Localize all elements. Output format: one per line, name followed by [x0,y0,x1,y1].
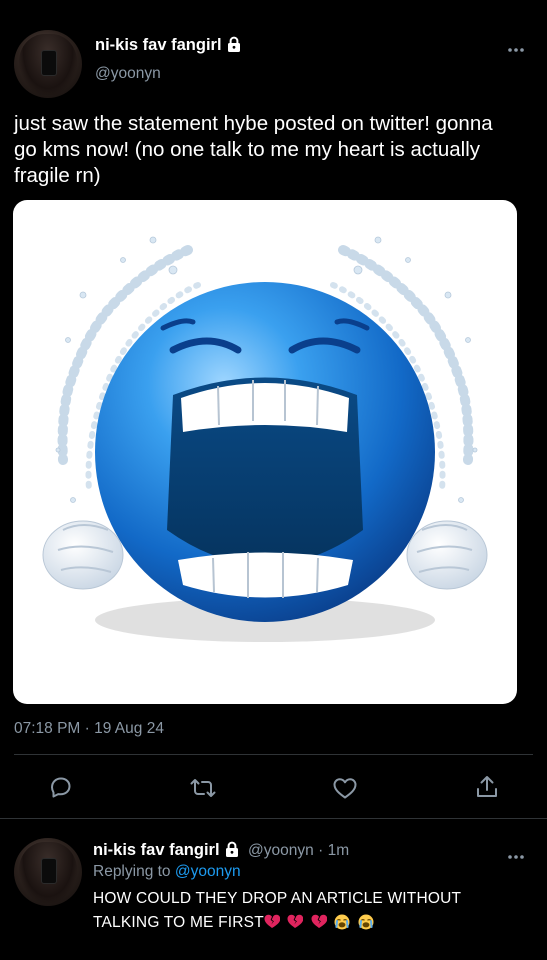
crying-emoji-illustration [42,236,488,642]
broken-heart-icon [311,913,328,937]
broken-heart-icon [287,913,304,937]
more-dots-icon [508,48,524,52]
tweet-text-line: fragile rn) [14,164,101,187]
reply-icon [51,777,71,798]
tweet-media-image[interactable] [13,200,517,704]
divider [14,754,533,755]
crying-face-icon [358,914,374,938]
tweet-text-line: just saw the statement hybe posted on tw… [14,112,493,135]
reply-more-options-button[interactable] [507,847,525,865]
replying-to-link[interactable]: @yoonyn [175,863,241,880]
reply-author-handle[interactable]: @yoonyn [248,842,314,859]
lock-icon [226,36,242,57]
like-button[interactable] [332,776,358,800]
reply-text-line: HOW COULD THEY DROP AN ARTICLE WITHOUT [93,890,462,907]
broken-heart-icon [264,913,281,937]
crying-face-icon [334,914,350,938]
author-name-row[interactable]: ni-kis fav fangirl [95,36,242,57]
tweet-timestamp[interactable]: 07:18 PM · 19 Aug 24 [14,720,164,738]
tweet-text-line: go kms now! (no one talk to me my heart … [14,138,481,161]
reply-avatar[interactable] [14,838,82,906]
share-button[interactable] [475,774,499,800]
reply-time[interactable]: · 1m [318,842,349,859]
retweet-icon [190,779,216,797]
author-handle[interactable]: @yoonyn [95,65,161,83]
more-options-button[interactable] [507,40,525,58]
share-icon [477,776,497,797]
avatar[interactable] [14,30,82,98]
reply-text: HOW COULD THEY DROP AN ARTICLE WITHOUT T… [93,887,533,938]
tweet-text: just saw the statement hybe posted on tw… [14,111,539,189]
lock-icon [224,841,240,862]
reply-text-line: TALKING TO ME FIRST [93,914,264,931]
author-name[interactable]: ni-kis fav fangirl [95,36,222,54]
reply-header: ni-kis fav fangirl @yoonyn · 1m [93,841,349,862]
replying-to-prefix: Replying to [93,863,171,880]
reply-button[interactable] [49,775,73,799]
more-dots-icon [508,855,524,859]
replying-to-line: Replying to @yoonyn [93,863,241,881]
divider [0,818,547,819]
retweet-button[interactable] [190,776,216,800]
reply-author-name[interactable]: ni-kis fav fangirl [93,841,220,859]
like-icon [333,778,357,799]
